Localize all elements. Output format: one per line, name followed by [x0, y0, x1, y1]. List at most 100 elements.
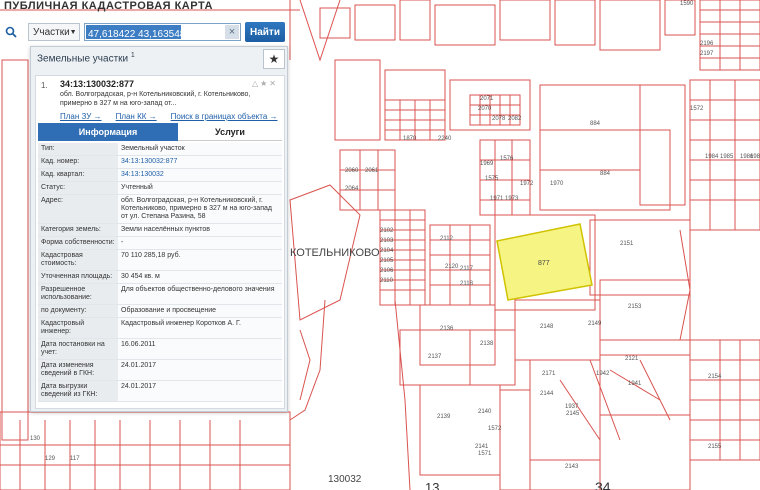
- info-row: Уточненная площадь: 30 454 кв. м: [38, 271, 282, 284]
- card-tabs: Информация Услуги: [38, 123, 282, 141]
- parcel-label: 117: [70, 456, 80, 462]
- chevron-down-icon: ▼: [69, 28, 77, 36]
- info-row: Дата постановки на учет: 16.06.2011: [38, 339, 282, 360]
- parcel-label: 1590: [680, 1, 694, 7]
- link-plan-zu[interactable]: План ЗУ →: [60, 112, 102, 121]
- link-search-bounds[interactable]: Поиск в границах объекта →: [171, 112, 278, 121]
- info-value: -: [118, 237, 282, 249]
- parcel-label: 1970: [550, 181, 564, 187]
- parcel-label: 1971: [490, 196, 504, 202]
- search-icon[interactable]: [0, 21, 22, 43]
- info-key: Кад. номер:: [38, 156, 118, 168]
- search-input-wrap: ×: [84, 23, 241, 43]
- parcel-label: 2103: [380, 238, 394, 244]
- tab-services[interactable]: Услуги: [178, 123, 282, 141]
- card-tools-icons[interactable]: △★✕: [252, 79, 278, 88]
- parcel-label: 884: [600, 171, 611, 177]
- parcel-label: 2106: [380, 268, 394, 274]
- parcel-label: 2105: [380, 258, 394, 264]
- info-key: Уточненная площадь:: [38, 271, 118, 283]
- app-title: ПУБЛИЧНАЯ КАДАСТРОВАЯ КАРТА: [4, 0, 213, 12]
- parcel-card: 1. 34:13:130032:877 △★✕ обл. Волгоградск…: [35, 75, 285, 409]
- parcel-label: 2139: [437, 414, 451, 420]
- parcel-label: 1942: [596, 371, 610, 377]
- search-input[interactable]: [85, 26, 231, 43]
- panel-title: Земельные участки 1: [37, 51, 135, 65]
- parcel-label: 1572: [488, 426, 502, 432]
- results-count: 1: [130, 51, 135, 59]
- parcel-label: 2155: [708, 444, 722, 450]
- info-row: по документу: Образование и просвещение: [38, 305, 282, 318]
- info-value: 70 110 285,18 руб.: [118, 250, 282, 270]
- highlight-label: 877: [538, 260, 550, 267]
- link-plan-kk[interactable]: План КК →: [116, 112, 157, 121]
- search-toolbar: Участки ▼ × Найти: [0, 20, 288, 44]
- info-value[interactable]: 34:13:130032:877: [118, 156, 282, 168]
- parcel-label: 2196: [700, 41, 714, 47]
- search-type-label: Участки: [33, 26, 70, 38]
- parcel-label: 2140: [478, 409, 492, 415]
- parcel-label: 2143: [565, 464, 579, 470]
- parcel-label: 2110: [380, 278, 394, 284]
- bottom-label-2: 34: [595, 479, 611, 490]
- parcel-label: 2137: [428, 354, 442, 360]
- info-key: Категория земель:: [38, 224, 118, 236]
- parcel-label: 1985: [720, 154, 734, 160]
- info-value: Земли населённых пунктов: [118, 224, 282, 236]
- parcel-label: 2102: [380, 228, 394, 234]
- parcel-label: 2061: [365, 168, 379, 174]
- info-value: Образование и просвещение: [118, 305, 282, 317]
- info-key: Форма собственности:: [38, 237, 118, 249]
- info-value: 16.06.2011: [118, 339, 282, 359]
- parcel-label: 2153: [628, 304, 642, 310]
- parcel-label: 2136: [440, 326, 454, 332]
- parcel-label: 2149: [588, 321, 602, 327]
- info-key: Тип:: [38, 143, 118, 155]
- card-links: План ЗУ → План КК → Поиск в границах объ…: [60, 112, 278, 121]
- parcel-label: 129: [45, 456, 56, 462]
- info-row: Кадастровый инженер: Кадастровый инженер …: [38, 318, 282, 339]
- info-row: Категория земель: Земли населённых пункто…: [38, 224, 282, 237]
- tab-info[interactable]: Информация: [38, 123, 178, 141]
- parcel-label: 1941: [628, 381, 642, 387]
- info-value[interactable]: 34:13:130032: [118, 169, 282, 181]
- results-panel: Земельные участки 1 ★ 1. 34:13:130032:87…: [30, 46, 288, 412]
- info-key: Кадастровый инженер:: [38, 318, 118, 338]
- search-type-select[interactable]: Участки ▼: [28, 23, 80, 41]
- parcel-label: 2144: [540, 391, 554, 397]
- parcel-label: 1575: [485, 176, 499, 182]
- info-value: 24.01.2017: [118, 381, 282, 401]
- parcel-label: 1973: [505, 196, 519, 202]
- parcel-label: 2120: [445, 264, 459, 270]
- info-key: Кад. квартал:: [38, 169, 118, 181]
- info-row: Кадастровая стоимость: 70 110 285,18 руб.: [38, 250, 282, 271]
- parcel-label: 2070: [478, 106, 492, 112]
- info-row: Статус: Учтенный: [38, 182, 282, 195]
- favorite-star-icon[interactable]: ★: [263, 49, 285, 69]
- parcel-label: 2117: [460, 266, 474, 272]
- parcel-label: 1572: [690, 106, 704, 112]
- card-address: обл. Волгоградская, р-н Котельниковский,…: [60, 91, 251, 107]
- info-key: Дата выгрузки сведений из ГКН:: [38, 381, 118, 401]
- parcel-label: 2060: [345, 168, 359, 174]
- info-row: Адрес: обл. Волгоградская, р-н Котельнико…: [38, 195, 282, 224]
- info-row: Форма собственности: -: [38, 237, 282, 250]
- search-button[interactable]: Найти: [245, 22, 285, 42]
- parcel-label: 1984: [705, 154, 719, 160]
- parcel-label: 1969: [480, 161, 494, 167]
- info-value: 24.01.2017: [118, 360, 282, 380]
- parcel-label: 2104: [380, 248, 394, 254]
- parcel-label: 2071: [480, 96, 494, 102]
- cadastral-number[interactable]: 34:13:130032:877: [60, 79, 134, 89]
- info-key: Дата постановки на учет:: [38, 339, 118, 359]
- parcel-label: 2138: [480, 341, 494, 347]
- parcel-label: 2148: [540, 324, 554, 330]
- info-row: Разрешенное использование: Для объектов о…: [38, 284, 282, 305]
- parcel-label: 2151: [620, 241, 634, 247]
- parcel-label: 130: [30, 436, 41, 442]
- info-table: Тип: Земельный участок Кад. номер: 34:13:13…: [38, 143, 282, 402]
- parcel-label: 1937: [565, 404, 579, 410]
- parcel-label: 2064: [345, 186, 359, 192]
- parcel-label: 1870: [403, 136, 417, 142]
- parcel-label: 1972: [520, 181, 534, 187]
